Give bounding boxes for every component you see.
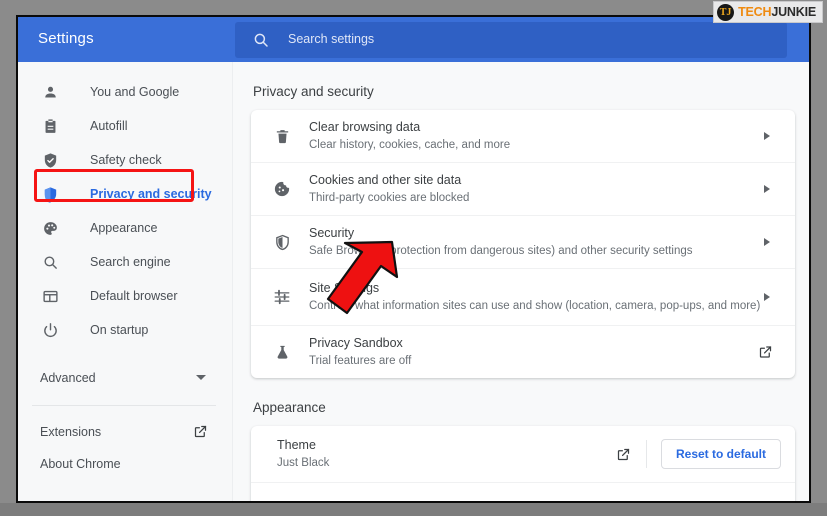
sidebar-item-privacy-and-security[interactable]: Privacy and security bbox=[18, 177, 232, 211]
row-subtitle: Controls what information sites can use … bbox=[309, 300, 761, 312]
chevron-right-icon[interactable] bbox=[764, 293, 770, 301]
chevron-right-icon[interactable] bbox=[764, 238, 770, 246]
row-subtitle: Safe Browsing (protection from dangerous… bbox=[309, 245, 693, 257]
sidebar-item-advanced[interactable]: Advanced bbox=[18, 361, 232, 395]
row-privacy-sandbox[interactable]: Privacy Sandbox Trial features are off bbox=[251, 326, 795, 378]
sidebar-item-search-engine[interactable]: Search engine bbox=[18, 245, 232, 279]
appearance-card: Theme Just Black Reset to default bbox=[251, 426, 795, 501]
theme-controls: Reset to default bbox=[616, 439, 781, 469]
sidebar-item-you-and-google[interactable]: You and Google bbox=[18, 75, 232, 109]
row-text: Security Safe Browsing (protection from … bbox=[309, 225, 795, 259]
row-cookies-and-other-site-data[interactable]: Cookies and other site data Third-party … bbox=[251, 163, 795, 216]
techjunkie-badge-icon: TJ bbox=[717, 3, 735, 21]
cookie-icon bbox=[267, 180, 297, 198]
sidebar-footer-list: Extensions About Chrome bbox=[18, 406, 232, 480]
magnifier-icon bbox=[40, 252, 60, 272]
external-link-icon bbox=[194, 425, 207, 438]
row-title: Cookies and other site data bbox=[309, 173, 462, 187]
row-subtitle: Third-party cookies are blocked bbox=[309, 192, 470, 204]
sidebar-advanced-label: Advanced bbox=[40, 371, 96, 385]
row-show-home-button[interactable]: Show home button bbox=[251, 483, 795, 501]
watermark-junkie-text: JUNKIE bbox=[771, 5, 816, 19]
sidebar-item-label: Search engine bbox=[90, 255, 171, 269]
row-subtitle: Trial features are off bbox=[309, 355, 412, 367]
sidebar-nav-list: You and Google Autofill Safety check Pri… bbox=[18, 62, 232, 480]
sidebar-item-label: Extensions bbox=[40, 425, 102, 439]
row-title: Security bbox=[309, 226, 355, 240]
browser-window-icon bbox=[40, 286, 60, 306]
palette-icon bbox=[40, 218, 60, 238]
screenshot-frame: TJ TECH JUNKIE Settings Search settings bbox=[0, 0, 827, 516]
section-title-privacy: Privacy and security bbox=[253, 84, 374, 99]
sidebar-item-label: About Chrome bbox=[40, 457, 121, 471]
row-security[interactable]: Security Safe Browsing (protection from … bbox=[251, 216, 795, 269]
settings-sidebar: You and Google Autofill Safety check Pri… bbox=[18, 62, 233, 501]
sidebar-item-appearance[interactable]: Appearance bbox=[18, 211, 232, 245]
settings-header-bar: Settings Search settings bbox=[18, 17, 809, 62]
search-icon bbox=[254, 33, 268, 47]
reset-to-default-button[interactable]: Reset to default bbox=[660, 439, 781, 469]
trash-icon bbox=[267, 128, 297, 145]
row-site-settings[interactable]: Site Settings Controls what information … bbox=[251, 269, 795, 326]
row-theme[interactable]: Theme Just Black Reset to default bbox=[251, 426, 795, 483]
vertical-divider bbox=[645, 440, 647, 468]
clipboard-icon bbox=[40, 116, 60, 136]
techjunkie-watermark: TJ TECH JUNKIE bbox=[713, 1, 823, 23]
chevron-right-icon[interactable] bbox=[764, 185, 770, 193]
sidebar-item-autofill[interactable]: Autofill bbox=[18, 109, 232, 143]
settings-main-content: Privacy and security Clear browsing data… bbox=[233, 62, 809, 501]
sidebar-item-label: Safety check bbox=[90, 153, 162, 167]
row-title: Site Settings bbox=[309, 281, 380, 295]
sidebar-item-extensions[interactable]: Extensions bbox=[18, 416, 232, 448]
row-text: Cookies and other site data Third-party … bbox=[309, 172, 795, 206]
sidebar-item-label: Default browser bbox=[90, 289, 178, 303]
sidebar-item-label: On startup bbox=[90, 323, 149, 337]
watermark-tech-text: TECH bbox=[738, 5, 772, 19]
shield-check-icon bbox=[40, 150, 60, 170]
row-text: Show home button bbox=[277, 499, 795, 501]
search-settings-field[interactable]: Search settings bbox=[235, 22, 787, 58]
sidebar-item-label: Privacy and security bbox=[90, 187, 212, 201]
chevron-down-icon bbox=[196, 375, 206, 380]
shield-icon bbox=[40, 184, 60, 204]
flask-icon bbox=[267, 344, 297, 361]
row-text: Clear browsing data Clear history, cooki… bbox=[309, 119, 795, 153]
sidebar-item-safety-check[interactable]: Safety check bbox=[18, 143, 232, 177]
row-title: Privacy Sandbox bbox=[309, 336, 403, 350]
page-title: Settings bbox=[38, 30, 94, 47]
power-icon bbox=[40, 320, 60, 340]
frame-matte-left bbox=[0, 0, 14, 516]
sidebar-item-label: You and Google bbox=[90, 85, 180, 99]
sliders-icon bbox=[267, 288, 297, 306]
row-clear-browsing-data[interactable]: Clear browsing data Clear history, cooki… bbox=[251, 110, 795, 163]
sidebar-item-on-startup[interactable]: On startup bbox=[18, 313, 232, 347]
row-subtitle: Clear history, cookies, cache, and more bbox=[309, 139, 511, 151]
row-text: Privacy Sandbox Trial features are off bbox=[309, 335, 795, 369]
section-title-appearance: Appearance bbox=[253, 400, 326, 415]
frame-matte-top bbox=[0, 0, 827, 14]
shield-icon bbox=[267, 234, 297, 251]
sidebar-item-default-browser[interactable]: Default browser bbox=[18, 279, 232, 313]
person-icon bbox=[40, 82, 60, 102]
chevron-right-icon[interactable] bbox=[764, 132, 770, 140]
external-link-icon[interactable] bbox=[616, 447, 631, 462]
row-text: Site Settings Controls what information … bbox=[309, 280, 795, 314]
privacy-card: Clear browsing data Clear history, cooki… bbox=[251, 110, 795, 378]
sidebar-item-label: Autofill bbox=[90, 119, 128, 133]
row-title: Show home button bbox=[277, 499, 795, 501]
frame-matte-bottom bbox=[0, 503, 827, 516]
chrome-settings-window: Settings Search settings You and Google … bbox=[16, 15, 811, 503]
sidebar-item-label: Appearance bbox=[90, 221, 158, 235]
row-title: Clear browsing data bbox=[309, 120, 421, 134]
frame-matte-right bbox=[812, 0, 827, 516]
sidebar-item-about-chrome[interactable]: About Chrome bbox=[18, 448, 232, 480]
external-link-icon[interactable] bbox=[758, 345, 773, 360]
search-placeholder: Search settings bbox=[288, 32, 375, 46]
